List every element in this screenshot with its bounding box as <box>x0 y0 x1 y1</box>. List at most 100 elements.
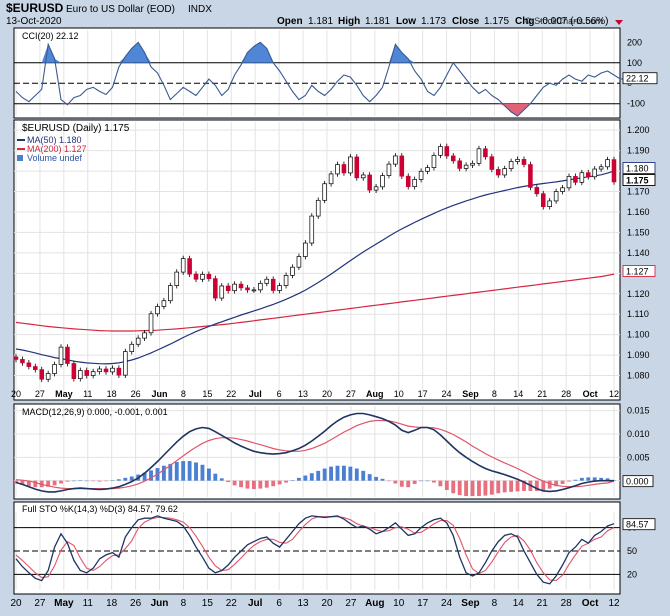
macd-histogram-bar <box>477 480 481 497</box>
price-tick-label: 1.160 <box>627 207 650 217</box>
high-label: High <box>338 16 360 27</box>
macd-tick-label: 0.010 <box>627 429 650 439</box>
sto-x-label: 6 <box>276 598 282 609</box>
macd-histogram-bar <box>586 477 591 481</box>
macd-histogram-bar <box>573 479 578 481</box>
candle-body <box>431 154 437 168</box>
macd-histogram-bar <box>245 480 250 489</box>
macd-histogram-bar <box>419 480 424 482</box>
candle-body <box>135 337 141 345</box>
candle-body <box>367 174 372 191</box>
open-value: 1.181 <box>308 16 333 27</box>
price-panel <box>13 119 621 401</box>
candle-body <box>123 351 128 376</box>
candle-body <box>553 191 559 202</box>
macd-histogram-bar <box>451 480 456 494</box>
macd-histogram-bar <box>59 480 63 484</box>
candle-body <box>97 368 102 373</box>
cci-last-tag-label: 22.12 <box>626 74 649 84</box>
description-label: Euro to US Dollar (EOD) <box>66 4 175 15</box>
price-x-label: 17 <box>418 389 428 399</box>
price-x-label: 13 <box>298 389 308 399</box>
macd-histogram-bar <box>547 480 552 489</box>
macd-histogram-bar <box>361 470 366 481</box>
candle-body <box>566 176 572 189</box>
macd-histogram-bar <box>354 468 359 481</box>
sto-x-label: May <box>54 598 74 609</box>
sto-tick-label: 20 <box>627 569 637 579</box>
candle-body <box>187 258 192 275</box>
macd-histogram-bar <box>187 461 192 481</box>
chg-value: -0.007 (-0.56%) <box>539 16 608 27</box>
macd-histogram-bar <box>309 473 314 481</box>
candle-body <box>219 285 225 299</box>
macd-histogram-bar <box>284 480 288 483</box>
candle-body <box>303 242 308 257</box>
candle-body <box>560 187 565 192</box>
price-last-tag-label: 1.180 <box>626 164 649 174</box>
price-x-label: 10 <box>394 389 404 399</box>
candle-body <box>39 369 44 380</box>
macd-histogram-bar <box>425 480 430 482</box>
candle-body <box>508 161 514 169</box>
macd-histogram-bar <box>393 480 398 484</box>
close-label: Close <box>452 16 480 27</box>
macd-histogram-bar <box>509 480 514 492</box>
candle-body <box>592 168 597 178</box>
cci-tick-label: -100 <box>627 99 645 109</box>
price-x-label: 8 <box>492 389 497 399</box>
sto-x-label: 14 <box>513 598 525 609</box>
candle-body <box>354 156 360 179</box>
sto-x-label: Aug <box>365 598 384 609</box>
candle-body <box>71 363 77 379</box>
macd-histogram-bar <box>78 480 83 481</box>
price-tick-label: 1.120 <box>627 289 650 299</box>
macd-histogram-bar <box>496 480 501 494</box>
price-x-label: 21 <box>537 389 547 399</box>
macd-histogram-bar <box>271 480 276 487</box>
macd-tick-label: 0.015 <box>627 406 650 416</box>
open-label: Open <box>277 16 303 27</box>
macd-histogram-bar <box>123 477 128 481</box>
candle-body <box>450 155 456 162</box>
sto-x-label: 8 <box>492 598 498 609</box>
sto-x-label: Jun <box>151 598 169 609</box>
macd-histogram-bar <box>251 480 256 490</box>
macd-histogram-bar <box>91 480 96 482</box>
sto-x-label: 28 <box>561 598 573 609</box>
candle-body <box>206 273 212 279</box>
candle-body <box>20 359 25 364</box>
sto-x-label: 15 <box>202 598 214 609</box>
chg-label: Chg <box>515 16 534 27</box>
sto-tick-label: 50 <box>627 546 637 556</box>
candle-body <box>315 199 321 217</box>
price-tick-label: 1.140 <box>627 248 650 258</box>
macd-histogram-bar <box>258 480 263 489</box>
macd-histogram-bar <box>303 475 308 481</box>
macd-histogram-bar <box>457 480 462 496</box>
price-x-label: Jun <box>152 389 168 399</box>
macd-histogram-bar <box>206 468 211 481</box>
candle-body <box>457 160 462 169</box>
sto-x-label: 27 <box>34 598 46 609</box>
price-x-label: Sep <box>462 389 479 399</box>
price-x-label: 6 <box>277 389 282 399</box>
candle-body <box>277 285 282 291</box>
price-tick-label: 1.200 <box>627 125 650 135</box>
macd-histogram-bar <box>161 465 166 481</box>
macd-last-tag-label: 0.000 <box>626 477 649 487</box>
candle-body <box>296 256 302 268</box>
candle-body <box>110 367 115 373</box>
macd-histogram-bar <box>322 468 327 481</box>
macd-histogram-bar <box>316 470 321 481</box>
sto-x-label: 13 <box>297 598 309 609</box>
candle-body <box>26 362 32 367</box>
macd-histogram-bar <box>348 466 353 481</box>
macd-histogram-bar <box>71 480 76 482</box>
sto-x-label: Sep <box>461 598 479 609</box>
candle-body <box>270 278 276 291</box>
macd-histogram-bar <box>264 480 269 488</box>
price-x-label: Aug <box>366 389 384 399</box>
price-x-label: 24 <box>442 389 452 399</box>
macd-histogram-bar <box>560 480 565 484</box>
